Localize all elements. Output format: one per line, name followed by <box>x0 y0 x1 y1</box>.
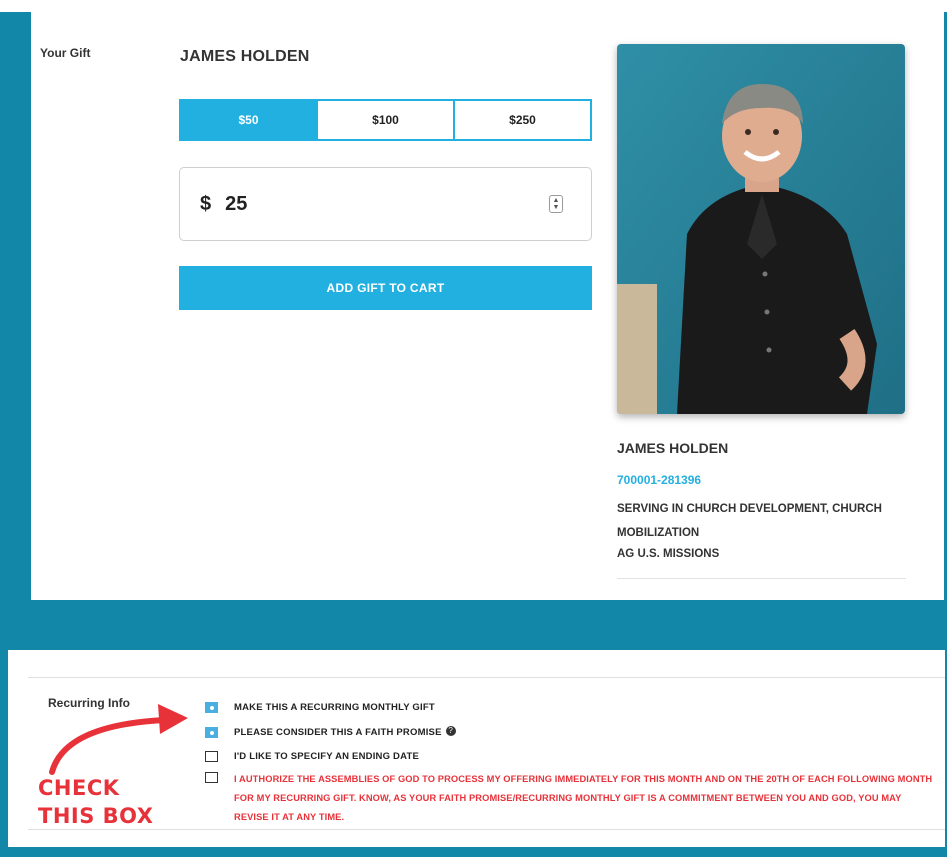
callout-line-1: CHECK <box>38 776 120 800</box>
authorization-text: I AUTHORIZE THE ASSEMBLIES OF GOD TO PRO… <box>234 774 933 822</box>
add-gift-to-cart-button[interactable]: ADD GIFT TO CART <box>179 266 592 310</box>
callout-arrow-icon <box>49 704 188 775</box>
profile-divider <box>617 578 906 579</box>
top-strip <box>0 0 947 12</box>
faith-promise-label: PLEASE CONSIDER THIS A FAITH PROMISE <box>234 727 442 738</box>
callout-line-2: THIS BOX <box>38 804 154 828</box>
account-number-link[interactable]: 700001-281396 <box>617 473 701 487</box>
profile-serving: SERVING IN CHURCH DEVELOPMENT, CHURCH MO… <box>617 503 882 539</box>
missionary-photo <box>617 44 905 414</box>
faith-promise-option[interactable]: PLEASE CONSIDER THIS A FAITH PROMISE ? <box>205 725 456 738</box>
amount-options: $50 $100 $250 <box>179 99 592 141</box>
amount-option-250[interactable]: $250 <box>453 101 590 139</box>
recurring-monthly-option[interactable]: MAKE THIS A RECURRING MONTHLY GIFT <box>205 702 435 713</box>
your-gift-label: Your Gift <box>40 46 91 60</box>
help-icon[interactable]: ? <box>445 725 456 736</box>
profile-organization: AG U.S. MISSIONS <box>617 548 720 560</box>
recurring-bottom-divider <box>28 829 945 830</box>
custom-amount-value[interactable]: 25 <box>225 193 549 216</box>
profile-name: JAMES HOLDEN <box>617 440 729 456</box>
recurring-top-divider <box>28 677 945 678</box>
recurring-monthly-label: MAKE THIS A RECURRING MONTHLY GIFT <box>234 702 435 713</box>
amount-option-100[interactable]: $100 <box>316 101 453 139</box>
amount-option-50[interactable]: $50 <box>181 101 316 139</box>
check-this-box-callout: CHECK THIS BOX <box>38 774 153 830</box>
currency-symbol: $ <box>200 192 212 215</box>
ending-date-label: I'D LIKE TO SPECIFY AN ENDING DATE <box>234 751 420 762</box>
recipient-title: JAMES HOLDEN <box>180 48 310 65</box>
amount-stepper-icon[interactable]: ▲ ▼ <box>549 195 563 213</box>
ending-date-option[interactable]: I'D LIKE TO SPECIFY AN ENDING DATE <box>205 751 419 762</box>
custom-amount-input[interactable]: $ 25 ▲ ▼ <box>179 167 592 241</box>
